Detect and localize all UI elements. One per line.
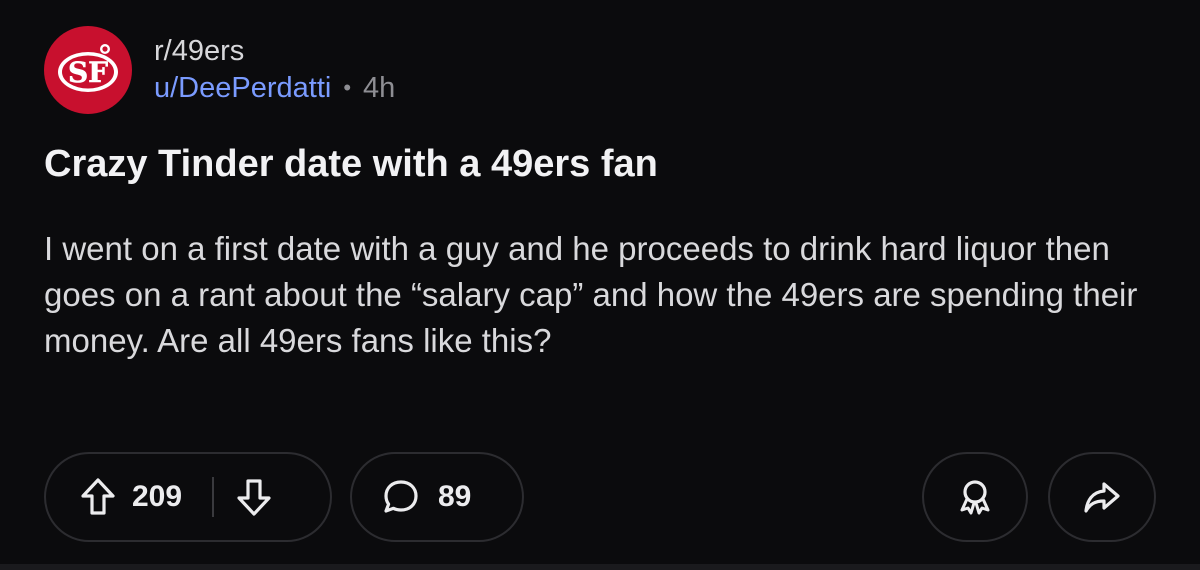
post-header: SF r/49ers u/DeePerdatti • 4h xyxy=(44,26,395,114)
author-line: u/DeePerdatti • 4h xyxy=(154,69,395,107)
action-bar: 209 89 xyxy=(44,452,1156,544)
award-ribbon-icon xyxy=(960,480,990,515)
arrow-down-icon xyxy=(237,479,271,516)
subreddit-avatar[interactable]: SF xyxy=(44,26,132,114)
vote-control: 209 xyxy=(44,452,332,542)
comment-bubble-icon xyxy=(384,480,418,513)
arrow-up-icon xyxy=(81,478,115,515)
post-title[interactable]: Crazy Tinder date with a 49ers fan xyxy=(44,140,658,188)
share-arrow-icon xyxy=(1084,482,1120,513)
author-username[interactable]: u/DeePerdatti xyxy=(154,69,331,107)
post-meta: r/49ers u/DeePerdatti • 4h xyxy=(154,33,395,107)
share-button[interactable] xyxy=(1048,452,1156,542)
downvote-button[interactable] xyxy=(236,477,272,517)
comments-button[interactable]: 89 xyxy=(350,452,524,542)
vote-divider xyxy=(212,477,215,517)
vote-count: 209 xyxy=(132,480,183,513)
post-card: SF r/49ers u/DeePerdatti • 4h Crazy Tind… xyxy=(0,0,1200,570)
bottom-divider xyxy=(0,564,1200,570)
49ers-logo-icon: SF xyxy=(58,44,118,92)
post-body[interactable]: I went on a first date with a guy and he… xyxy=(44,226,1164,364)
subreddit-name[interactable]: r/49ers xyxy=(154,33,395,69)
post-time: 4h xyxy=(363,72,396,104)
svg-text:SF: SF xyxy=(68,56,108,89)
meta-separator: • xyxy=(343,75,352,100)
comment-count: 89 xyxy=(438,480,472,513)
upvote-button[interactable] xyxy=(80,477,116,517)
comment-icon-wrap xyxy=(382,478,420,516)
award-button[interactable] xyxy=(922,452,1028,542)
